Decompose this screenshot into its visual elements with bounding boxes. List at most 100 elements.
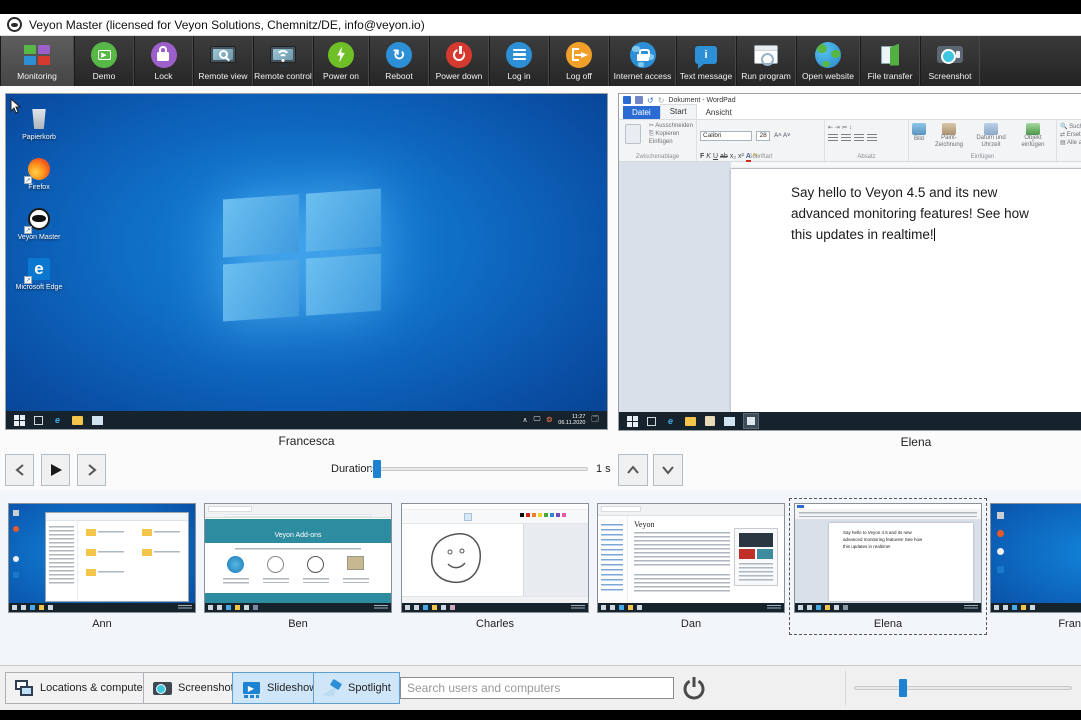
duration-label: Duration: (331, 463, 376, 475)
thumbnail-screen (401, 503, 589, 613)
logout-arrow-icon (565, 42, 593, 68)
thumbnail-ann[interactable]: Ann (8, 503, 196, 630)
divider (845, 671, 846, 705)
main-toolbar: Monitoring ▶ Demo Lock Remote view Remot… (0, 36, 1081, 86)
toolbar-button-internet-access[interactable]: Internet access (609, 36, 676, 86)
toolbar-button-open-website[interactable]: Open website (796, 36, 860, 86)
padlock-icon (150, 42, 178, 68)
thumbnail-dan[interactable]: Veyon Dan (597, 503, 785, 630)
toolbar-button-reboot[interactable]: ↻ Reboot (369, 36, 429, 86)
paste-icon (625, 124, 641, 144)
text-caret (934, 228, 935, 241)
date-time-icon (984, 123, 998, 135)
monitor-name-elena: Elena (618, 435, 1081, 449)
ribbon-group-font: Calibri 28 A˄ A˅ FKUabx₂x²A✎ Schriftart (697, 120, 825, 161)
thumbnail-elena[interactable]: Say hello to Veyon 4.5 and its new advan… (794, 503, 982, 630)
camera-icon (936, 42, 964, 68)
slideshow-controls: Duration: 1 s (0, 452, 1081, 490)
monitor-screen-francesca[interactable]: Papierkorb ↗ Firefox ↗ Veyon Master e↗ M… (5, 93, 608, 430)
system-tray: ∧🖵❂ 11:27 06.11.2020 🗔 (523, 414, 599, 426)
store-taskbar-icon (705, 416, 715, 426)
taskbar-elena: e (619, 412, 1081, 430)
thumbnail-name: Ben (204, 618, 392, 630)
toolbar-button-remote-view[interactable]: Remote view (193, 36, 253, 86)
wordpad-tab-datei: Datei (623, 106, 660, 119)
desktop-icon-recycle-bin[interactable]: Papierkorb (12, 106, 66, 141)
save-icon (635, 96, 643, 104)
thumbnail-ben[interactable]: Veyon Add-ons Ben (204, 503, 392, 630)
thumbnail-charles[interactable]: Charles (401, 503, 589, 630)
wikipedia-article-title: Veyon (634, 520, 654, 529)
globe-lock-icon (629, 42, 657, 68)
insert-image-icon (912, 123, 926, 135)
duration-slider-handle[interactable] (373, 460, 381, 478)
thumbnail-name: Ann (8, 618, 196, 630)
toolbar-button-text-message[interactable]: i Text message (676, 36, 736, 86)
toolbar-button-power-on[interactable]: Power on (313, 36, 369, 86)
ribbon-group-edit: 🔍 Suchen ⇄ Ersetzen ▤ Alle auswählen Bea… (1057, 120, 1081, 161)
move-up-button[interactable] (618, 454, 648, 486)
program-window-icon (752, 42, 780, 68)
wordpad-tab-start: Start (660, 104, 697, 119)
move-down-button[interactable] (653, 454, 683, 486)
wordpad-page[interactable]: Say hello to Veyon 4.5 and its new advan… (731, 169, 1081, 412)
slideshow-icon: ▶ (241, 679, 261, 697)
next-button[interactable] (77, 454, 106, 486)
title-bar: Veyon Master (licensed for Veyon Solutio… (0, 14, 1081, 36)
chevron-right-icon (87, 463, 97, 477)
thumbnail-size-slider[interactable] (854, 686, 1072, 690)
toolbar-button-lock[interactable]: Lock (134, 36, 193, 86)
toolbar-button-log-off[interactable]: Log off (549, 36, 609, 86)
refresh-arrow-icon: ↻ (385, 42, 413, 68)
windows-logo (223, 188, 381, 321)
taskbar-clock: 11:27 06.11.2020 (558, 414, 585, 426)
start-button-icon (14, 415, 25, 426)
locations-computers-button[interactable]: Locations & computers (5, 672, 161, 704)
monitor-name-francesca: Francesca (5, 434, 608, 448)
search-input[interactable] (400, 677, 674, 699)
play-button[interactable] (41, 454, 70, 486)
desktop-icon-veyon-master[interactable]: ↗ Veyon Master (12, 206, 66, 241)
toolbar-button-file-transfer[interactable]: File transfer (860, 36, 920, 86)
screenshots-icon (152, 679, 172, 697)
task-view-icon (34, 416, 43, 425)
insert-object-icon (1026, 123, 1040, 135)
monitor-grid: Papierkorb ↗ Firefox ↗ Veyon Master e↗ M… (0, 86, 1081, 452)
wordpad-window-title: Dokument - WordPad (668, 97, 735, 104)
explorer-taskbar-icon (72, 415, 83, 426)
toolbar-button-log-in[interactable]: Log in (489, 36, 549, 86)
wordpad-document-area: Say hello to Veyon 4.5 and its new advan… (619, 162, 1081, 412)
desktop-icon-microsoft-edge[interactable]: e↗ Microsoft Edge (12, 256, 66, 291)
toolbar-button-monitoring[interactable]: Monitoring (0, 36, 74, 86)
wordpad-taskbar-icon (744, 414, 758, 428)
mail-taskbar-icon (92, 415, 103, 426)
video-frame: Veyon Master (licensed for Veyon Solutio… (0, 0, 1081, 720)
power-symbol-icon (445, 42, 473, 68)
toolbar-button-remote-control[interactable]: Remote control (253, 36, 313, 86)
start-button-icon (627, 416, 638, 427)
addons-page-title: Veyon Add-ons (274, 532, 321, 539)
power-menu-button[interactable] (680, 674, 708, 702)
monitor-magnifier-icon (209, 42, 237, 68)
document-text: Say hello to Veyon 4.5 and its new advan… (791, 182, 1029, 245)
monitor-screen-elena[interactable]: ↺ ↻ Dokument - WordPad Datei Start Ansic… (618, 93, 1081, 431)
toolbar-button-demo[interactable]: ▶ Demo (74, 36, 134, 86)
spotlight-button[interactable]: Spotlight (313, 672, 400, 704)
previous-button[interactable] (5, 454, 34, 486)
thumbnail-francesca[interactable]: Francesca (990, 503, 1081, 630)
presentation-board-icon: ▶ (90, 42, 118, 68)
toolbar-button-run-program[interactable]: Run program (736, 36, 796, 86)
task-view-icon (647, 417, 656, 426)
toolbar-button-screenshot[interactable]: Screenshot (920, 36, 980, 86)
edge-taskbar-icon: e (665, 416, 676, 427)
ribbon-group-paragraph: ⇤ ⇥ ≔ ↕ Absatz (825, 120, 909, 161)
globe-icon (814, 42, 842, 68)
thumbnail-screen (8, 503, 196, 613)
toolbar-button-power-down[interactable]: Power down (429, 36, 489, 86)
window-title: Veyon Master (licensed for Veyon Solutio… (29, 18, 425, 32)
duration-slider[interactable] (370, 467, 588, 471)
wordpad-ruler (731, 162, 1081, 169)
desktop-icon-firefox[interactable]: ↗ Firefox (12, 156, 66, 191)
thumbnail-screen: Veyon Add-ons (204, 503, 392, 613)
thumbnail-size-slider-handle[interactable] (899, 679, 907, 697)
